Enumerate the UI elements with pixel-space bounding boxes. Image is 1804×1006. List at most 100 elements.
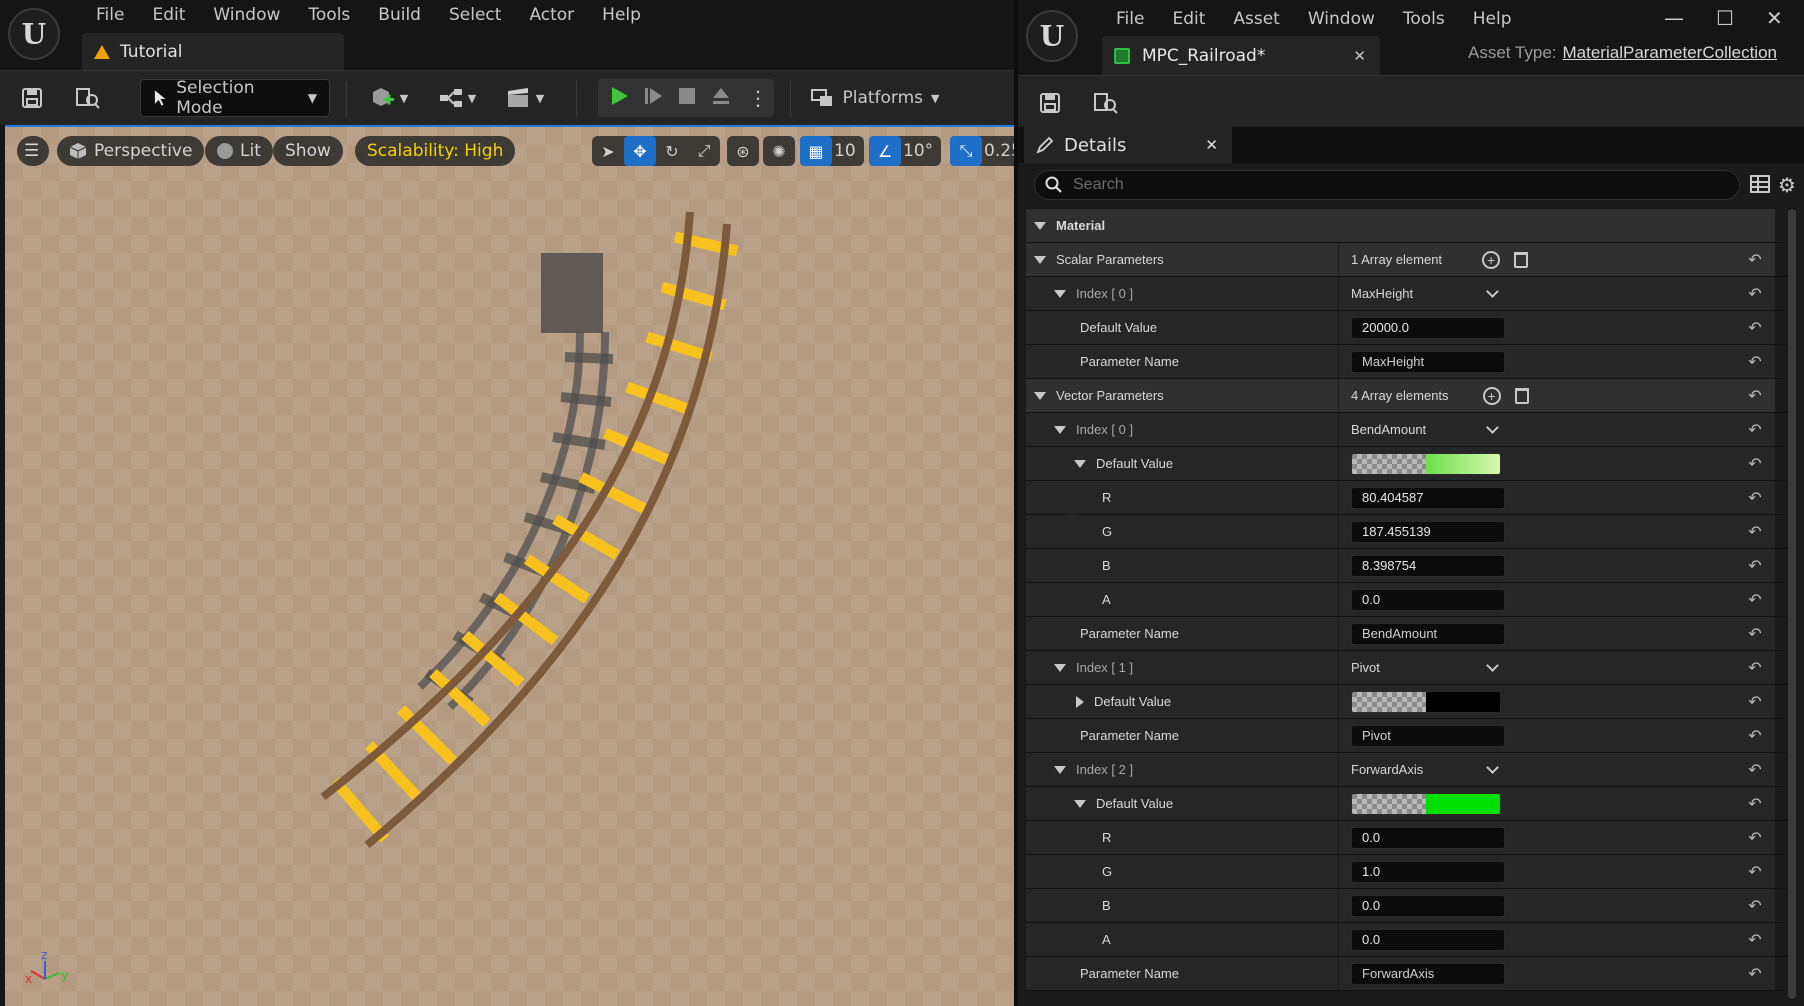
menu-file[interactable]: File [1102, 9, 1158, 29]
vector1-name-field[interactable]: Pivot [1351, 724, 1505, 747]
vector1-default-row[interactable]: Default Value ↶ [1026, 685, 1792, 719]
reset-icon[interactable]: ↶ [1735, 957, 1775, 990]
save-icon[interactable] [18, 79, 46, 117]
menu-help[interactable]: Help [1459, 9, 1526, 29]
reset-icon[interactable]: ↶ [1735, 379, 1775, 412]
unreal-logo-icon[interactable]: U [8, 8, 60, 60]
vector0-g-field[interactable]: 187.455139 [1351, 520, 1505, 543]
vector-index1-combo[interactable]: Pivot [1351, 659, 1505, 675]
search-input[interactable] [1073, 176, 1713, 194]
add-element-icon[interactable]: + [1482, 386, 1501, 405]
reset-icon[interactable]: ↶ [1735, 549, 1775, 582]
select-tool-icon[interactable]: ➤ [592, 136, 624, 166]
blueprint-button[interactable]: ▼ [432, 79, 482, 117]
vector0-r-field[interactable]: 80.404587 [1351, 486, 1505, 509]
add-actor-button[interactable]: ▼ [364, 79, 414, 117]
scale-tool-icon[interactable]: ⤢ [688, 136, 720, 166]
menu-tools[interactable]: Tools [294, 5, 364, 25]
table-view-icon[interactable] [1750, 175, 1770, 193]
eject-icon[interactable] [710, 85, 732, 112]
reset-icon[interactable]: ↶ [1735, 855, 1775, 888]
menu-tools[interactable]: Tools [1389, 9, 1459, 29]
step-icon[interactable] [642, 85, 664, 112]
menu-file[interactable]: File [82, 5, 138, 25]
menu-select[interactable]: Select [435, 5, 515, 25]
browse-content-icon[interactable] [72, 79, 104, 117]
reset-icon[interactable]: ↶ [1735, 719, 1775, 752]
menu-edit[interactable]: Edit [1158, 9, 1219, 29]
scalar-index0-row[interactable]: Index [ 0 ] MaxHeight ↶ [1026, 277, 1792, 311]
grid-snap-control[interactable]: ▦ 10 [800, 136, 864, 166]
vector1-color-swatch[interactable] [1351, 690, 1501, 713]
close-tab-icon[interactable]: ✕ [1353, 47, 1366, 65]
trash-icon[interactable] [1514, 251, 1529, 268]
reset-icon[interactable]: ↶ [1735, 413, 1775, 446]
close-details-icon[interactable]: ✕ [1205, 136, 1218, 154]
reset-icon[interactable]: ↶ [1735, 821, 1775, 854]
vector2-name-field[interactable]: ForwardAxis [1351, 962, 1505, 985]
lit-button[interactable]: Lit [205, 136, 273, 166]
asset-type-link[interactable]: MaterialParameterCollection [1563, 43, 1777, 63]
translate-tool-icon[interactable]: ✥ [624, 136, 656, 166]
reset-icon[interactable]: ↶ [1735, 277, 1775, 310]
vector2-g-field[interactable]: 1.0 [1351, 860, 1505, 883]
vector2-r-field[interactable]: 0.0 [1351, 826, 1505, 849]
vector0-b-field[interactable]: 8.398754 [1351, 554, 1505, 577]
reset-icon[interactable]: ↶ [1735, 923, 1775, 956]
world-local-button[interactable]: ✺ [763, 136, 795, 166]
details-tab[interactable]: Details ✕ [1024, 127, 1232, 163]
menu-window[interactable]: Window [1294, 9, 1389, 29]
scalar-parameters-row[interactable]: Scalar Parameters 1 Array element + ↶ [1026, 243, 1792, 277]
trash-icon[interactable] [1514, 387, 1529, 404]
close-window-icon[interactable]: ✕ [1766, 6, 1783, 30]
viewport-menu-button[interactable]: ☰ [17, 136, 49, 166]
perspective-button[interactable]: Perspective [57, 136, 205, 166]
reset-icon[interactable]: ↶ [1735, 787, 1775, 820]
vector2-default-row[interactable]: Default Value ↶ [1026, 787, 1792, 821]
vector0-a-field[interactable]: 0.0 [1351, 588, 1505, 611]
reset-icon[interactable]: ↶ [1735, 753, 1775, 786]
menu-asset[interactable]: Asset [1219, 9, 1293, 29]
scalability-warning-button[interactable]: Scalability: High [355, 136, 516, 166]
asset-tab[interactable]: MPC_Railroad* ✕ [1102, 36, 1380, 75]
vector-index2-combo[interactable]: ForwardAxis [1351, 761, 1505, 777]
reset-icon[interactable]: ↶ [1735, 481, 1775, 514]
selection-mode-dropdown[interactable]: Selection Mode ▼ [140, 78, 330, 118]
cinematics-button[interactable]: ▼ [500, 79, 550, 117]
level-tab[interactable]: Tutorial [82, 33, 344, 70]
reset-icon[interactable]: ↶ [1735, 515, 1775, 548]
category-material[interactable]: Material [1026, 209, 1792, 243]
maximize-icon[interactable]: ☐ [1716, 6, 1734, 30]
stop-icon[interactable] [676, 85, 698, 112]
vector-parameters-row[interactable]: Vector Parameters 4 Array elements + ↶ [1026, 379, 1792, 413]
level-viewport[interactable]: x y z ☰ Perspective Lit Show Scalability… [5, 127, 1014, 1006]
scalar-name-field[interactable]: MaxHeight [1351, 350, 1505, 373]
platforms-button[interactable]: Platforms ▼ [810, 79, 940, 117]
details-search[interactable] [1034, 170, 1740, 200]
menu-actor[interactable]: Actor [515, 5, 588, 25]
reset-icon[interactable]: ↶ [1735, 243, 1775, 276]
reset-icon[interactable]: ↶ [1735, 583, 1775, 616]
show-button[interactable]: Show [273, 136, 343, 166]
browse-content-icon[interactable] [1090, 84, 1122, 122]
rotation-snap-control[interactable]: ∠ 10° [869, 136, 942, 166]
vector2-color-swatch[interactable] [1351, 792, 1501, 815]
scalar-index0-combo[interactable]: MaxHeight [1351, 285, 1505, 301]
menu-build[interactable]: Build [364, 5, 435, 25]
vector0-name-field[interactable]: BendAmount [1351, 622, 1505, 645]
vector-index2-row[interactable]: Index [ 2 ] ForwardAxis ↶ [1026, 753, 1792, 787]
vector-index0-row[interactable]: Index [ 0 ] BendAmount ↶ [1026, 413, 1792, 447]
scalar-default-field[interactable]: 20000.0 [1351, 316, 1505, 339]
vector-index0-combo[interactable]: BendAmount [1351, 421, 1505, 437]
menu-help[interactable]: Help [588, 5, 655, 25]
surface-snap-button[interactable]: ⊛ [727, 136, 759, 166]
vector-index1-row[interactable]: Index [ 1 ] Pivot ↶ [1026, 651, 1792, 685]
vector2-a-field[interactable]: 0.0 [1351, 928, 1505, 951]
minimize-icon[interactable]: — [1664, 6, 1684, 30]
reset-icon[interactable]: ↶ [1735, 345, 1775, 378]
rotate-tool-icon[interactable]: ↻ [656, 136, 688, 166]
unreal-logo-icon[interactable]: U [1026, 10, 1078, 62]
reset-icon[interactable]: ↶ [1735, 685, 1775, 718]
scale-snap-control[interactable]: ⤡ 0.25 [950, 136, 1014, 166]
play-icon[interactable] [608, 85, 630, 112]
